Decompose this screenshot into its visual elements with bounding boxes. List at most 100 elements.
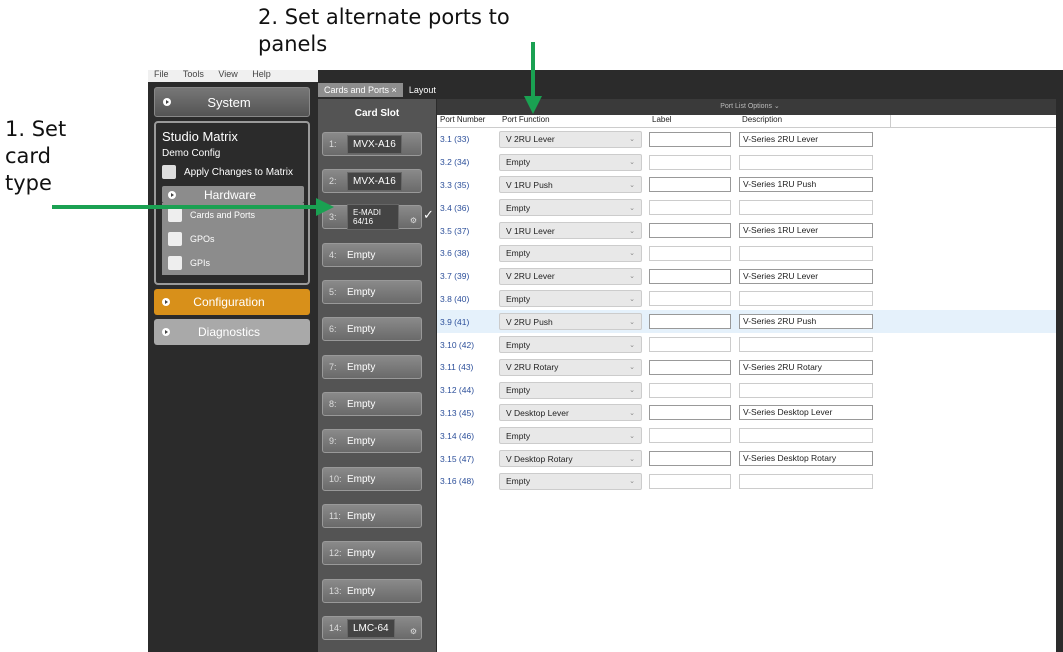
port-function-select[interactable]: V 2RU Lever ⌄ (499, 130, 642, 148)
card-slot-13[interactable]: 13: Empty (322, 579, 422, 603)
label-field[interactable] (649, 200, 731, 216)
description-field[interactable]: V-Series 1RU Push (739, 177, 873, 193)
port-function-select[interactable]: V 2RU Push ⌄ (499, 313, 642, 331)
card-slot-column: Card Slot 1: MVX-A16 2: MVX-A16 3: E-MADI 64/… (318, 99, 436, 652)
port-function-select[interactable]: Empty ⌄ (499, 290, 642, 308)
card-slot-2[interactable]: 2: MVX-A16 (322, 169, 422, 193)
label-field[interactable] (649, 314, 731, 330)
tab-layout[interactable]: Layout (402, 83, 442, 97)
description-field[interactable] (739, 337, 873, 353)
port-function-select[interactable]: V Desktop Rotary ⌄ (499, 450, 642, 468)
nav-diagnostics-button[interactable]: Diagnostics (154, 319, 310, 345)
description-field[interactable] (739, 428, 873, 444)
card-slot-4[interactable]: 4: Empty (322, 243, 422, 267)
label-field[interactable] (649, 428, 731, 444)
label-field[interactable] (649, 154, 731, 170)
tab-cards-and-ports[interactable]: Cards and Ports × (318, 83, 403, 97)
port-function-select[interactable]: Empty ⌄ (499, 244, 642, 262)
card-slot-3[interactable]: 3: E-MADI 64/16 ⚙ (322, 204, 422, 230)
description-field[interactable] (739, 291, 873, 307)
port-function-select[interactable]: V 2RU Rotary ⌄ (499, 358, 642, 376)
label-field[interactable] (649, 268, 731, 284)
card-slot-6[interactable]: 6: Empty (322, 317, 422, 341)
port-function-select[interactable]: V 1RU Push ⌄ (499, 176, 642, 194)
description-field[interactable] (739, 154, 873, 170)
menu-view[interactable]: View (218, 70, 237, 79)
port-function-select[interactable]: Empty ⌄ (499, 153, 642, 171)
card-slot-11[interactable]: 11: Empty (322, 504, 422, 528)
label-field[interactable] (649, 359, 731, 375)
card-slot-12[interactable]: 12: Empty (322, 541, 422, 565)
card-slot-9[interactable]: 9: Empty (322, 429, 422, 453)
description-field[interactable] (739, 473, 873, 489)
apply-changes-button[interactable]: Apply Changes to Matrix (162, 161, 304, 183)
nav-system-button[interactable]: System (154, 87, 310, 117)
gear-icon[interactable]: ⚙ (410, 216, 417, 225)
port-function-select[interactable]: Empty ⌄ (499, 427, 642, 445)
port-row[interactable]: 3.2 (34) Empty ⌄ (437, 151, 1059, 174)
port-row[interactable]: 3.9 (41) V 2RU Push ⌄ V-Series 2RU Push (437, 310, 1059, 334)
nav-hardware-header[interactable]: Hardware (162, 186, 304, 203)
card-slot-8[interactable]: 8: Empty (322, 392, 422, 416)
label-field[interactable] (649, 382, 731, 398)
port-row[interactable]: 3.6 (38) Empty ⌄ (437, 242, 1059, 265)
header-port-number[interactable]: Port Number (437, 115, 499, 127)
header-label[interactable]: Label (649, 115, 739, 127)
port-row[interactable]: 3.15 (47) V Desktop Rotary ⌄ V-Series Deskt… (437, 447, 1059, 470)
menu-file[interactable]: File (154, 70, 169, 79)
header-port-function[interactable]: Port Function (499, 115, 649, 127)
port-row[interactable]: 3.4 (36) Empty ⌄ (437, 196, 1059, 219)
label-field[interactable] (649, 405, 731, 421)
port-row[interactable]: 3.16 (48) Empty ⌄ (437, 470, 1059, 493)
menu-tools[interactable]: Tools (183, 70, 204, 79)
gear-icon[interactable]: ⚙ (410, 627, 417, 636)
card-slot-10[interactable]: 10: Empty (322, 467, 422, 491)
port-row[interactable]: 3.7 (39) V 2RU Lever ⌄ V-Series 2RU Lever (437, 265, 1059, 288)
port-function-select[interactable]: V 2RU Lever ⌄ (499, 267, 642, 285)
description-field[interactable]: V-Series 2RU Rotary (739, 359, 873, 375)
port-function-select[interactable]: Empty ⌄ (499, 381, 642, 399)
header-description[interactable]: Description (739, 115, 889, 127)
port-row[interactable]: 3.11 (43) V 2RU Rotary ⌄ V-Series 2RU Rotar… (437, 356, 1059, 379)
menu-help[interactable]: Help (252, 70, 271, 79)
card-slot-1[interactable]: 1: MVX-A16 (322, 132, 422, 156)
description-field[interactable] (739, 382, 873, 398)
label-field[interactable] (649, 177, 731, 193)
port-row[interactable]: 3.3 (35) V 1RU Push ⌄ V-Series 1RU Push (437, 174, 1059, 197)
label-field[interactable] (649, 473, 731, 489)
port-row[interactable]: 3.10 (42) Empty ⌄ (437, 333, 1059, 356)
label-field[interactable] (649, 131, 731, 147)
port-row[interactable]: 3.14 (46) Empty ⌄ (437, 424, 1059, 447)
close-icon[interactable]: × (392, 85, 397, 95)
description-field[interactable]: V-Series 2RU Lever (739, 268, 873, 284)
label-field[interactable] (649, 223, 731, 239)
port-function-select[interactable]: V 1RU Lever ⌄ (499, 222, 642, 240)
label-field[interactable] (649, 451, 731, 467)
description-field[interactable]: V-Series Desktop Rotary (739, 451, 873, 467)
port-row[interactable]: 3.1 (33) V 2RU Lever ⌄ V-Series 2RU Lever (437, 128, 1059, 151)
description-field[interactable] (739, 245, 873, 261)
card-slot-7[interactable]: 7: Empty (322, 355, 422, 379)
port-function-select[interactable]: Empty ⌄ (499, 199, 642, 217)
port-row[interactable]: 3.8 (40) Empty ⌄ (437, 288, 1059, 311)
nav-item-gpis[interactable]: GPIs (162, 251, 304, 275)
nav-configuration-button[interactable]: Configuration (154, 289, 310, 315)
card-slot-14[interactable]: 14: LMC-64 ⚙ (322, 616, 422, 640)
slot-number: 1: (329, 139, 337, 149)
port-row[interactable]: 3.5 (37) V 1RU Lever ⌄ V-Series 1RU Lever (437, 219, 1059, 242)
port-row[interactable]: 3.13 (45) V Desktop Lever ⌄ V-Series Deskto… (437, 402, 1059, 425)
label-field[interactable] (649, 245, 731, 261)
port-function-select[interactable]: Empty ⌄ (499, 472, 642, 490)
port-row[interactable]: 3.12 (44) Empty ⌄ (437, 379, 1059, 402)
label-field[interactable] (649, 291, 731, 307)
description-field[interactable]: V-Series 2RU Push (739, 314, 873, 330)
description-field[interactable]: V-Series 1RU Lever (739, 223, 873, 239)
port-function-select[interactable]: V Desktop Lever ⌄ (499, 404, 642, 422)
card-slot-5[interactable]: 5: Empty (322, 280, 422, 304)
description-field[interactable] (739, 200, 873, 216)
description-field[interactable]: V-Series Desktop Lever (739, 405, 873, 421)
description-field[interactable]: V-Series 2RU Lever (739, 131, 873, 147)
label-field[interactable] (649, 337, 731, 353)
port-function-select[interactable]: Empty ⌄ (499, 336, 642, 354)
nav-item-gpos[interactable]: GPOs (162, 227, 304, 251)
